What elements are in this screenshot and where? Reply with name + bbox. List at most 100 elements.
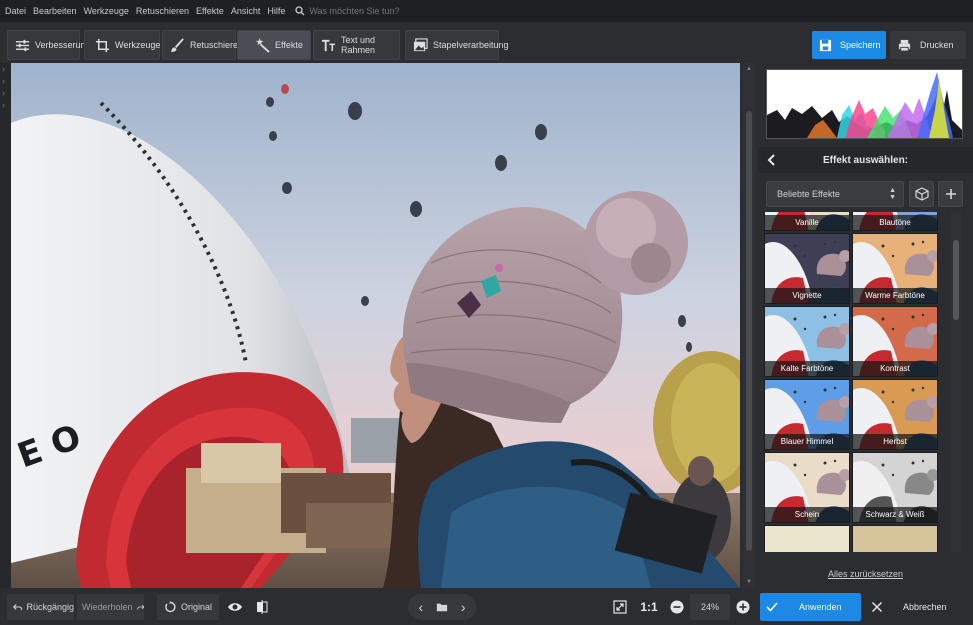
effect-label: Schwarz & Weiß [853,507,937,522]
scroll-thumb[interactable] [953,240,959,320]
dropdown-value: Beliebte Effekte [777,189,840,199]
menu-hilfe[interactable]: Hilfe [267,6,285,16]
batch-icon [413,37,428,51]
tab-label: Stapelverarbeitung [433,40,509,50]
effect-label: Blautöne [853,215,937,230]
effect-thumbnail[interactable]: Schein [764,452,850,523]
apply-label: Anwenden [799,602,842,612]
tab-label: Werkzeuge [115,40,161,50]
expand-icon [613,600,627,614]
close-icon [871,601,883,613]
effect-thumbnail[interactable]: Herbst [852,379,938,450]
menu-bearbeiten[interactable]: Bearbeiten [33,6,77,16]
effect-thumbnail[interactable]: Vignette [764,233,850,304]
effect-thumbnail-grid: Vanille Blautöne Vignette Warme Farbtöne Kal… [764,212,941,552]
apply-button[interactable]: Anwenden [760,593,861,621]
chevron-right-icon: › [2,100,5,110]
actual-size-button[interactable]: 1:1 [638,594,660,620]
effect-thumbnail[interactable] [852,525,938,552]
floppy-icon [819,39,832,51]
brush-icon [170,37,184,52]
menu-effekte[interactable]: Effekte [196,6,224,16]
edited-photo: E O [11,63,740,588]
add-effect-button[interactable] [938,181,963,207]
save-label: Speichern [840,40,881,50]
cancel-button[interactable]: Abbrechen [862,593,970,621]
zoom-out-button[interactable] [668,594,686,620]
canvas-scrollbar[interactable]: ▲ ▼ [743,63,755,588]
effect-select-header: Effekt auswählen: [758,147,973,173]
reset-all-link[interactable]: Alles zurücksetzen [758,569,973,579]
redo-button[interactable]: Wiederholen [77,594,144,620]
tab-label: Retuschieren [190,40,244,50]
effect-label: Blauer Himmel [765,434,849,449]
minus-circle-icon [670,600,684,614]
menu-werkzeuge[interactable]: Werkzeuge [84,6,129,16]
text-icon [321,39,336,51]
redo-label: Wiederholen [82,602,133,612]
tab-retuschieren[interactable]: Retuschieren [162,30,243,60]
effect-label: Kalte Farbtöne [765,361,849,376]
effect-package-button[interactable] [909,181,934,207]
tab-werkzeuge[interactable]: Werkzeuge [84,30,160,60]
effect-category-dropdown[interactable]: Beliebte Effekte ▲ ▼ [766,181,904,207]
search-input[interactable] [309,6,430,16]
original-button[interactable]: Original [157,594,219,620]
effect-thumbnail[interactable]: Warme Farbtöne [852,233,938,304]
effect-header-title: Effekt auswählen: [822,154,909,166]
effect-label: Warme Farbtöne [853,288,937,303]
reset-icon [165,601,176,613]
tab-label: Text und Rahmen [341,35,376,55]
previous-image-icon[interactable]: ‹ [418,599,423,615]
scroll-thumb[interactable] [746,111,752,551]
menu-search [295,6,430,16]
undo-label: Rückgängig [26,602,74,612]
zoom-level[interactable]: 24% [690,594,730,620]
scroll-down-icon[interactable]: ▼ [746,579,752,585]
menu-bar: Datei Bearbeiten Werkzeuge Retuschieren … [0,0,973,22]
effect-thumbnail[interactable] [764,525,850,552]
zoom-in-button[interactable] [734,594,752,620]
menu-ansicht[interactable]: Ansicht [231,6,261,16]
effect-label: Schein [765,507,849,522]
print-button[interactable]: Drucken [890,31,966,59]
fit-to-screen-button[interactable] [610,594,630,620]
chevron-right-icon: › [2,76,5,86]
folder-icon[interactable] [436,601,448,613]
tab-label: Effekte [275,40,303,50]
menu-datei[interactable]: Datei [5,6,26,16]
preview-toggle-button[interactable] [224,594,246,620]
tab-effekte[interactable]: Effekte [237,30,311,60]
tab-stapelverarbeitung[interactable]: Stapelverarbeitung [405,30,509,60]
menu-retuschieren[interactable]: Retuschieren [136,6,189,16]
effect-thumbnail[interactable]: Schwarz & Weiß [852,452,938,523]
plus-icon [945,189,956,199]
tab-verbesserung[interactable]: Verbesserung [7,30,91,60]
chevron-left-icon[interactable] [766,153,778,167]
histogram [766,69,963,139]
tab-text-und-rahmen[interactable]: Text und Rahmen [313,30,400,60]
effect-thumbnail[interactable]: Blauer Himmel [764,379,850,450]
checkmark-icon [766,602,778,612]
redo-icon [136,604,144,610]
undo-button[interactable]: Rückgängig [7,594,74,620]
left-collapse-strip[interactable]: › › › › [0,63,11,588]
compare-icon [257,600,268,614]
toolbar: Verbesserung Werkzeuge Retuschieren Effe… [0,22,973,63]
effect-grid-scrollbar[interactable] [951,212,961,552]
cancel-label: Abbrechen [903,602,947,612]
photo-canvas[interactable]: E O [11,63,740,588]
effect-thumbnail[interactable]: Kalte Farbtöne [764,306,850,377]
save-button[interactable]: Speichern [812,31,886,59]
effect-thumbnail[interactable]: Kontrast [852,306,938,377]
printer-icon [898,39,911,52]
compare-button[interactable] [252,594,272,620]
scroll-up-icon[interactable]: ▲ [746,66,752,72]
effect-thumbnail[interactable]: Vanille [764,212,850,231]
effect-thumbnail[interactable]: Blautöne [852,212,938,231]
crop-icon [95,38,110,52]
next-image-icon[interactable]: › [461,599,466,615]
effect-label: Vanille [765,215,849,230]
undo-icon [13,604,23,611]
magic-wand-icon [255,37,270,53]
